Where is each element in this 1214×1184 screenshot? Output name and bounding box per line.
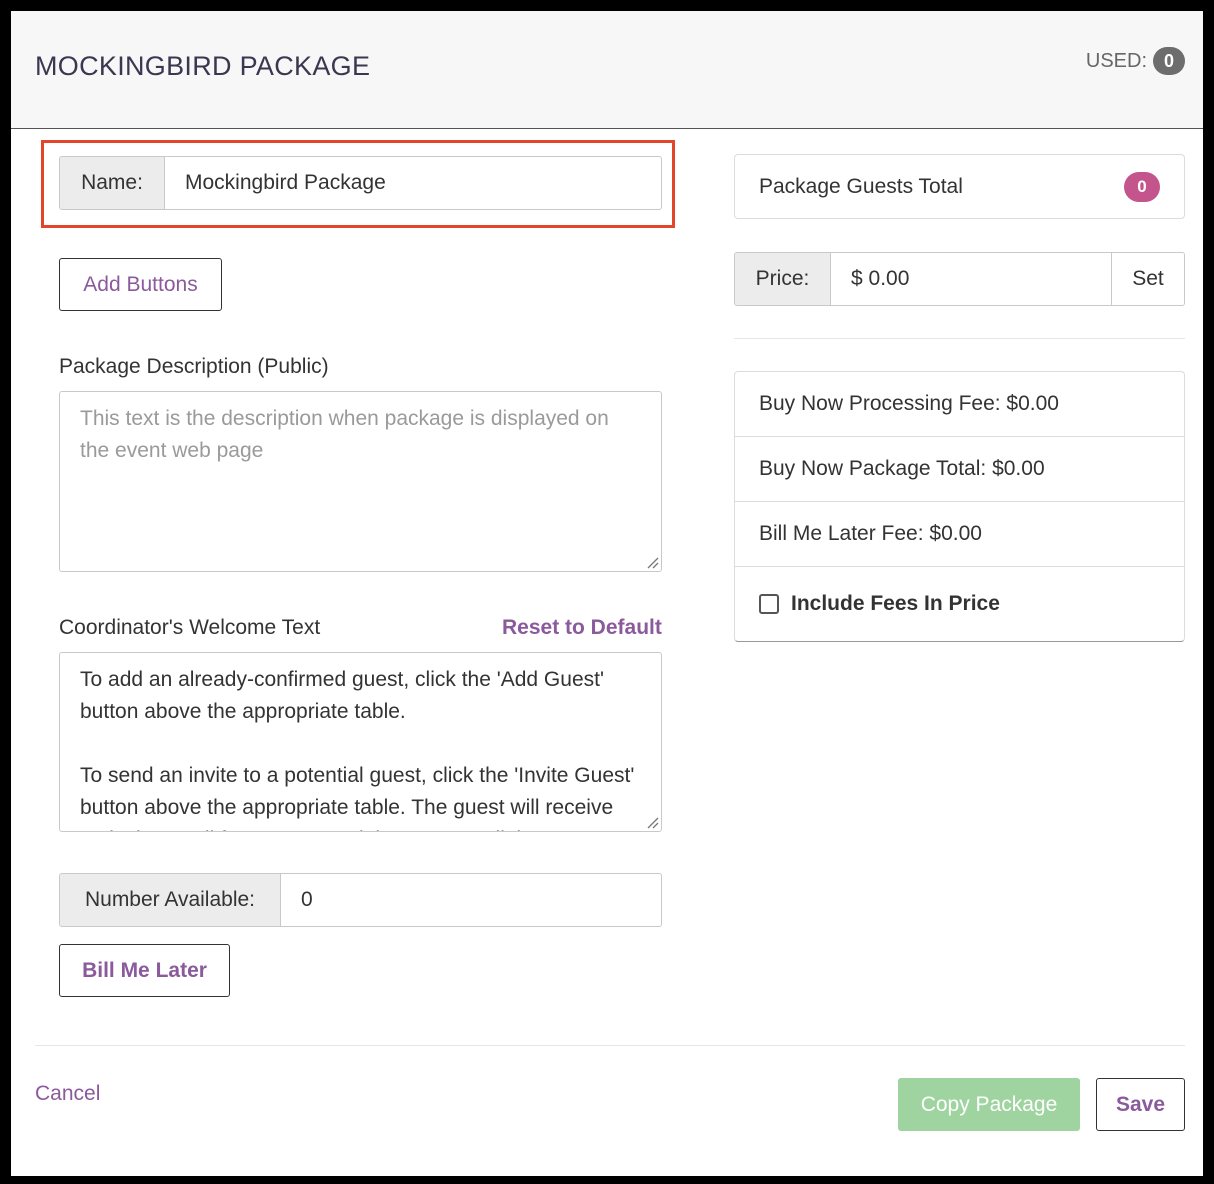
save-button[interactable]: Save — [1096, 1078, 1185, 1131]
package-modal: MOCKINGBIRD PACKAGE USED: 0 Name: Mockin… — [11, 11, 1203, 1176]
resize-grip-icon[interactable] — [645, 815, 659, 829]
modal-header: MOCKINGBIRD PACKAGE USED: 0 — [11, 11, 1203, 129]
used-label: USED: — [1085, 49, 1147, 72]
price-label: Price: — [735, 253, 831, 305]
package-guests-total-panel: Package Guests Total 0 — [734, 154, 1185, 219]
guests-total-badge: 0 — [1124, 171, 1160, 202]
name-input[interactable]: Mockingbird Package — [165, 157, 661, 209]
used-indicator: USED: 0 — [1086, 47, 1185, 75]
used-count-badge: 0 — [1153, 47, 1185, 75]
price-input-group: Price: $ 0.00 Set — [734, 252, 1185, 306]
processing-fee-row: Buy Now Processing Fee: $0.00 — [735, 372, 1184, 437]
modal-title: MOCKINGBIRD PACKAGE — [35, 51, 371, 81]
name-input-group: Name: Mockingbird Package — [59, 156, 662, 210]
description-label: Package Description (Public) — [59, 355, 329, 378]
reset-to-default-link[interactable]: Reset to Default — [502, 616, 662, 640]
right-divider — [734, 338, 1185, 339]
footer-divider — [35, 1045, 1185, 1046]
fees-list: Buy Now Processing Fee: $0.00 Buy Now Pa… — [734, 371, 1185, 642]
cancel-link[interactable]: Cancel — [35, 1082, 100, 1106]
package-total-row: Buy Now Package Total: $0.00 — [735, 437, 1184, 502]
name-label: Name: — [60, 157, 165, 209]
number-available-label: Number Available: — [60, 874, 281, 926]
number-available-input[interactable]: 0 — [281, 874, 661, 926]
add-buttons-button[interactable]: Add Buttons — [59, 258, 222, 311]
include-fees-row[interactable]: Include Fees In Price — [735, 567, 1184, 641]
description-textarea[interactable]: This text is the description when packag… — [59, 391, 662, 572]
price-input[interactable]: $ 0.00 — [831, 253, 1112, 305]
welcome-label: Coordinator's Welcome Text — [59, 616, 321, 639]
welcome-text: To add an already-confirmed guest, click… — [80, 668, 635, 831]
include-fees-label[interactable]: Include Fees In Price — [791, 592, 1000, 616]
set-price-button[interactable]: Set — [1112, 253, 1184, 305]
resize-grip-icon[interactable] — [645, 555, 659, 569]
number-available-group: Number Available: 0 — [59, 873, 662, 927]
bill-me-later-button[interactable]: Bill Me Later — [59, 944, 230, 997]
include-fees-checkbox[interactable] — [759, 594, 779, 614]
welcome-textarea[interactable]: To add an already-confirmed guest, click… — [59, 652, 662, 832]
bill-later-fee-row: Bill Me Later Fee: $0.00 — [735, 502, 1184, 567]
description-placeholder: This text is the description when packag… — [80, 407, 609, 462]
copy-package-button[interactable]: Copy Package — [898, 1078, 1080, 1131]
guests-total-label: Package Guests Total — [759, 174, 963, 198]
